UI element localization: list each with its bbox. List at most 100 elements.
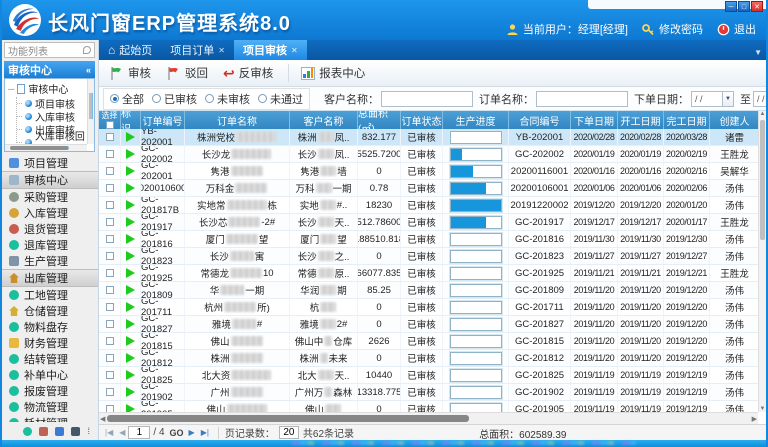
scroll-up-icon[interactable]: ▲ [759,111,766,117]
table-row[interactable]: GC-201711杭州所)杭0已审核GC-2017112019/11/20201… [99,299,758,316]
sidebar-item-仓储管理[interactable]: 仓储管理 [2,303,98,319]
table-row[interactable]: GC-202001隽港隽港墙0已审核202001160012020/01/162… [99,163,758,180]
row-checkbox[interactable] [106,337,114,345]
table-row[interactable]: GC-201809华一期华润期85.25已审核GC-2018092019/11/… [99,282,758,299]
maximize-button[interactable]: □ [738,1,750,12]
radio-已审核[interactable]: 已审核 [152,91,197,107]
column-header-生产进度[interactable]: 生产进度 [443,111,509,129]
scroll-left-icon[interactable]: ◀ [100,415,105,423]
sidebar-item-物流管理[interactable]: 物流管理 [2,399,98,415]
row-checkbox[interactable] [106,371,114,379]
column-header-订单状态[interactable]: 订单状态 [401,111,443,129]
sidebar-item-结转管理[interactable]: 结转管理 [2,351,98,367]
logout-button[interactable]: 退出 [717,21,756,37]
select-all-checkbox[interactable] [106,121,114,129]
row-checkbox[interactable] [106,133,114,141]
column-header-订单名称[interactable]: 订单名称 [185,111,290,129]
table-row[interactable]: GC-201812株洲株洲未来0已审核GC-2018122019/11/2020… [99,350,758,367]
sidebar-panel-header[interactable]: 审核中心 « [4,61,95,78]
sidebar-item-审核中心[interactable]: 审核中心 [2,171,98,189]
column-header-客户名称[interactable]: 客户名称 [290,111,358,129]
row-checkbox[interactable] [106,184,114,192]
order-name-input[interactable] [536,91,628,107]
edit-collapsed-icon[interactable] [55,427,64,436]
row-checkbox[interactable] [106,405,114,412]
change-password-button[interactable]: 修改密码 [642,21,703,37]
sidebar-item-采购管理[interactable]: 采购管理 [2,189,98,205]
function-search-input[interactable]: 功能列表 [4,42,95,58]
toolbar-button-反审核[interactable]: ↩反审核 [219,63,280,83]
order-date-to-input[interactable]: / / ▼ [753,91,766,107]
row-checkbox[interactable] [106,286,114,294]
row-checkbox[interactable] [106,269,114,277]
cart-collapsed-icon[interactable] [39,427,48,436]
table-row[interactable]: GC-202002长沙龙长沙凤..65525.7200..已审核GC-20200… [99,146,758,163]
radio-未通过[interactable]: 未通过 [258,91,303,107]
column-header-标识[interactable]: 标识 [121,111,141,129]
horizontal-scroll-thumb[interactable] [107,415,469,422]
column-header-订单编号[interactable]: 订单编号 [141,111,185,129]
table-row[interactable]: GC-201827雅境#雅境2#0已审核GC-2018272019/11/202… [99,316,758,333]
sidebar-item-物料盘存[interactable]: 物料盘存 [2,319,98,335]
toolbar-button-报表中心[interactable]: 报表中心 [297,63,372,83]
scroll-right-icon[interactable]: ▶ [752,415,757,423]
sidebar-item-出库管理[interactable]: 出库管理 [2,269,98,287]
toolbar-button-驳回[interactable]: 驳回 [162,63,215,83]
table-row[interactable]: GC-201817B实地常栋实地#..18230已审核2019122000220… [99,197,758,214]
table-row[interactable]: GC-201823长沙寓长沙之..0已审核GC-2018232019/11/27… [99,248,758,265]
row-checkbox[interactable] [106,218,114,226]
inventory-collapsed-icon[interactable] [23,427,32,436]
tab-close-icon[interactable]: ✕ [291,46,298,55]
row-checkbox[interactable] [106,303,114,311]
vertical-scroll-thumb[interactable] [760,120,765,240]
table-row[interactable]: GC-201905佛山佛山0已审核GC-2019052019/11/192019… [99,401,758,412]
table-horizontal-scrollbar[interactable]: ◀ ▶ [99,412,758,424]
last-page-icon[interactable]: ▶| [198,428,212,437]
column-header-完工日期[interactable]: 完工日期 [664,111,710,129]
sidebar-item-入库管理[interactable]: 入库管理 [2,205,98,221]
sidebar-item-退货管理[interactable]: 退货管理 [2,221,98,237]
collapse-icon[interactable]: « [86,65,91,75]
calendar-dropdown-icon[interactable]: ▼ [722,92,733,106]
table-row[interactable]: GC-201815佛山佛山中仓库2626已审核GC-2018152019/11/… [99,333,758,350]
page-number-input[interactable] [128,426,150,439]
row-checkbox[interactable] [106,167,114,175]
doc-collapsed-icon[interactable] [71,427,80,436]
tab-项目审核[interactable]: 项目审核✕ [234,40,307,60]
sidebar-item-工地管理[interactable]: 工地管理 [2,287,98,303]
tree-root-node[interactable]: ─ 审核中心 [5,79,94,97]
sidebar-item-退库管理[interactable]: 退库管理 [2,237,98,253]
table-row[interactable]: YB-202001株洲党校株洲凤..832.177已审核YB-202001202… [99,129,758,146]
table-row[interactable]: GC-201925常德龙10常德原..266077.835..已审核GC-201… [99,265,758,282]
row-checkbox[interactable] [106,388,114,396]
row-checkbox[interactable] [106,201,114,209]
tree-horizontal-scrollbar[interactable] [5,144,87,151]
column-header-下单日期[interactable]: 下单日期 [571,111,618,129]
radio-未审核[interactable]: 未审核 [205,91,250,107]
table-row[interactable]: GC-201917长沙芯-2#长沙天..8512.78600..已审核GC-20… [99,214,758,231]
table-row[interactable]: GC-201825北大资北大天..10440已审核GC-2018252019/1… [99,367,758,384]
table-row[interactable]: GC-201816厦门望厦门望188510.818已审核GC-201816201… [99,231,758,248]
row-checkbox[interactable] [106,252,114,260]
next-page-icon[interactable]: ▶ [186,428,198,437]
tree-expander-icon[interactable]: ─ [8,84,14,94]
go-button[interactable]: GO [170,428,184,438]
prev-page-icon[interactable]: ◀ [116,428,128,437]
tree-vertical-scrollbar[interactable] [87,79,94,144]
toolbar-button-审核[interactable]: 审核 [105,63,158,83]
tab-起始页[interactable]: ⌂起始页 [99,40,161,60]
sidebar-item-财务管理[interactable]: 财务管理 [2,335,98,351]
row-checkbox[interactable] [106,150,114,158]
pin-icon[interactable] [83,46,91,54]
close-button[interactable]: ✕ [751,1,763,12]
table-vertical-scrollbar[interactable]: ▲ ▼ [758,111,766,412]
column-header-创建人[interactable]: 创建人 [710,111,760,129]
row-checkbox[interactable] [106,320,114,328]
scroll-down-icon[interactable]: ▼ [759,406,766,412]
column-header-总面积(㎡)[interactable]: 总面积(㎡) [358,111,401,129]
column-header-选择[interactable]: 选择 [99,111,121,129]
column-header-合同编号[interactable]: 合同编号 [509,111,571,129]
sidebar-item-报废管理[interactable]: 报废管理 [2,383,98,399]
tab-overflow-icon[interactable]: ▼ [754,48,766,60]
tab-close-icon[interactable]: ✕ [218,46,225,55]
